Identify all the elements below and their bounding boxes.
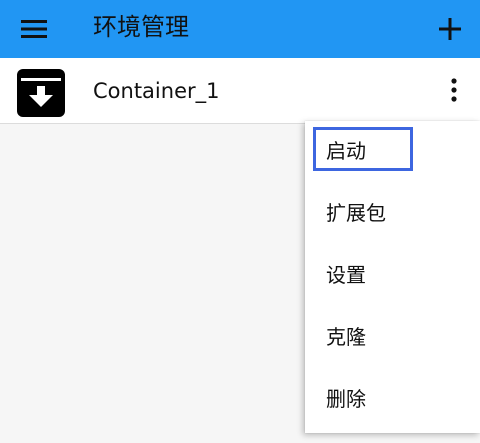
menu-item-delete[interactable]: 删除 [305,369,480,429]
menu-item-label: 启动 [326,139,366,163]
menu-item-settings[interactable]: 设置 [305,245,480,305]
app-bar: 环境管理 [0,0,480,58]
menu-item-start[interactable]: 启动 [305,121,480,181]
menu-item-label: 设置 [326,263,366,287]
list-item[interactable]: Container_1 [0,58,480,124]
menu-button[interactable] [14,12,54,46]
more-options-button[interactable] [440,72,468,108]
menu-item-clone[interactable]: 克隆 [305,307,480,367]
app-root: 环境管理 Container_1 启动 扩展包 设置 克隆 删除 [0,0,480,443]
menu-item-label: 扩展包 [326,201,386,225]
add-button[interactable] [430,10,470,48]
container-name: Container_1 [93,79,220,103]
plus-icon [439,18,461,40]
more-vertical-icon [451,78,457,102]
menu-item-label: 删除 [326,387,366,411]
hamburger-menu-icon [21,20,47,38]
popup-menu: 启动 扩展包 设置 克隆 删除 [305,121,480,433]
menu-item-label: 克隆 [326,325,366,349]
archive-download-icon [17,69,65,117]
menu-item-extensions[interactable]: 扩展包 [305,183,480,243]
page-title: 环境管理 [93,13,189,41]
